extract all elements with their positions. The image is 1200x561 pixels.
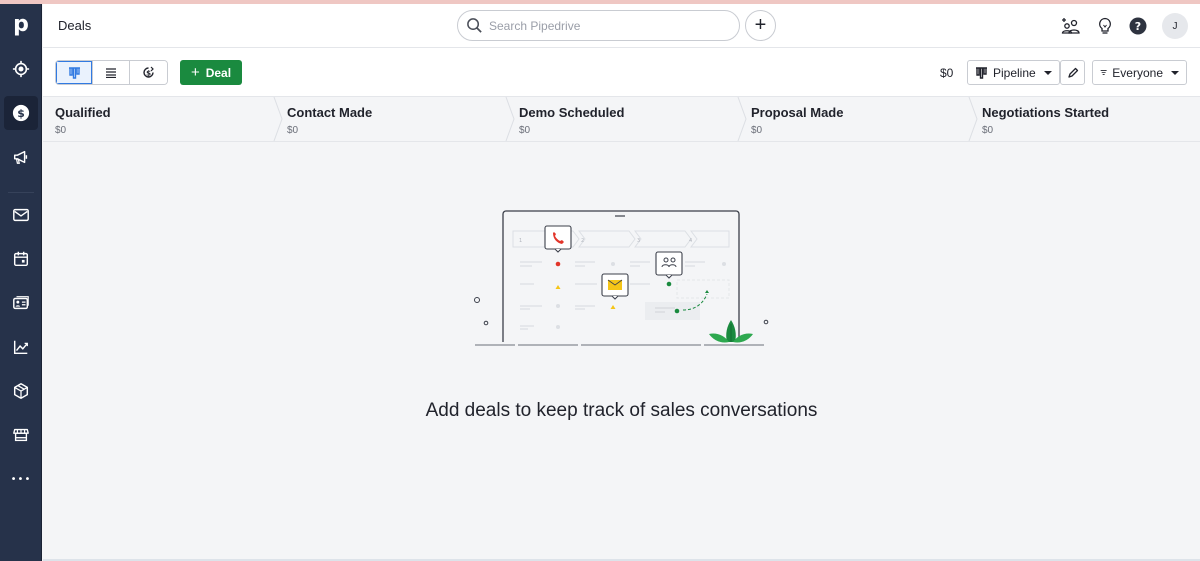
search-icon [467, 18, 482, 33]
empty-state-message: Add deals to keep track of sales convers… [425, 400, 818, 421]
pipeline-total: $0 [940, 66, 954, 80]
svg-text:?: ? [1135, 20, 1141, 33]
logo-text: p [13, 12, 29, 37]
sidebar-item-mail[interactable] [4, 198, 38, 232]
stage-value: $0 [519, 125, 531, 136]
tips-button[interactable] [1095, 16, 1115, 36]
empty-pipeline-illustration: 1 2 3 4 [474, 210, 769, 346]
filter-icon [1100, 70, 1107, 75]
sidebar-item-deals[interactable]: $ [4, 96, 38, 130]
add-deal-label: Deal [205, 65, 232, 80]
plus-icon: + [190, 64, 200, 81]
sidebar-item-campaigns[interactable] [4, 140, 38, 174]
store-icon [13, 428, 29, 442]
stage-value: $0 [55, 125, 67, 136]
stage-value: $0 [751, 125, 763, 136]
illustration-col-label: 2 [581, 238, 584, 244]
illustration-col-label: 4 [689, 238, 692, 244]
svg-text:$: $ [17, 107, 25, 120]
stage-column: Qualified $0 [43, 97, 283, 141]
mail-bubble [601, 273, 629, 300]
list-view-button[interactable] [93, 61, 130, 84]
pencil-icon [1067, 67, 1078, 78]
pipeline-stages: Qualified $0 Contact Made $0 Demo Schedu… [43, 97, 1200, 142]
stage-value: $0 [982, 125, 994, 136]
stage-name: Qualified [55, 105, 111, 120]
sidebar-item-more[interactable]: ••• [4, 462, 38, 496]
illustration-col-label: 1 [519, 238, 522, 244]
phone-bubble [544, 225, 572, 253]
invite-users-icon [1061, 18, 1080, 34]
sidebar-item-contacts[interactable] [4, 286, 38, 320]
pipeline-select[interactable]: Pipeline [967, 60, 1060, 85]
forecast-view-button[interactable]: $ [130, 61, 167, 84]
stage-name: Contact Made [287, 105, 373, 120]
target-icon [12, 60, 30, 78]
stage-column: Demo Scheduled $0 [507, 97, 747, 141]
stage-name: Negotiations Started [982, 105, 1110, 120]
page-title: Deals [58, 18, 92, 33]
pipeline-label: Pipeline [993, 65, 1036, 80]
mail-icon [13, 208, 29, 222]
edit-pipeline-button[interactable] [1060, 60, 1085, 85]
stage-column: Negotiations Started $0 [970, 97, 1200, 141]
list-view-icon [106, 67, 116, 78]
megaphone-icon [13, 150, 28, 164]
chevron-down-icon [1171, 70, 1179, 75]
sidebar: p $ ••• [0, 4, 42, 561]
chart-icon [13, 340, 28, 355]
search-input[interactable] [489, 18, 719, 33]
pipeline-icon [976, 66, 987, 79]
sidebar-item-insights[interactable] [4, 330, 38, 364]
invite-users-button[interactable] [1061, 16, 1081, 36]
sidebar-item-activities[interactable] [4, 242, 38, 276]
add-deal-button[interactable]: + Deal [180, 60, 242, 85]
help-button[interactable]: ? [1128, 16, 1148, 36]
plant-icon [709, 320, 753, 343]
forecast-view-icon: $ [143, 66, 154, 78]
box-icon [13, 383, 29, 399]
user-avatar[interactable]: J [1162, 13, 1188, 39]
search-box[interactable] [457, 10, 740, 41]
illustration-col-label: 3 [637, 238, 640, 244]
stage-name: Demo Scheduled [519, 105, 625, 120]
pipedrive-logo[interactable]: p [4, 8, 38, 42]
lightbulb-icon [1099, 17, 1111, 34]
stage-name: Proposal Made [751, 105, 844, 120]
svg-text:$: $ [146, 69, 151, 77]
calendar-icon [13, 251, 29, 267]
view-switcher: $ [55, 60, 168, 85]
owner-filter-select[interactable]: Everyone [1092, 60, 1187, 85]
stage-column: Proposal Made $0 [739, 97, 978, 141]
contact-card-icon [13, 296, 29, 310]
dollar-icon: $ [12, 104, 30, 122]
stage-value: $0 [287, 125, 299, 136]
pipeline-view-icon [68, 66, 80, 79]
more-icon: ••• [10, 473, 32, 485]
deals-toolbar: $ + Deal $0 Pipeline Everyone [43, 48, 1200, 97]
sidebar-item-leads[interactable] [4, 52, 38, 86]
people-bubble [655, 251, 683, 279]
filter-label: Everyone [1112, 65, 1163, 80]
sidebar-item-products[interactable] [4, 374, 38, 408]
sidebar-divider [8, 192, 34, 193]
chevron-down-icon [1043, 70, 1052, 75]
sidebar-item-marketplace[interactable] [4, 418, 38, 452]
help-icon: ? [1129, 17, 1147, 35]
pipeline-view-button[interactable] [56, 61, 93, 84]
top-bar: Deals + ? J [43, 4, 1200, 48]
stage-column: Contact Made $0 [275, 97, 515, 141]
empty-state: 1 2 3 4 Add deals to keep track of sales… [43, 142, 1200, 561]
quick-add-button[interactable]: + [745, 10, 776, 41]
